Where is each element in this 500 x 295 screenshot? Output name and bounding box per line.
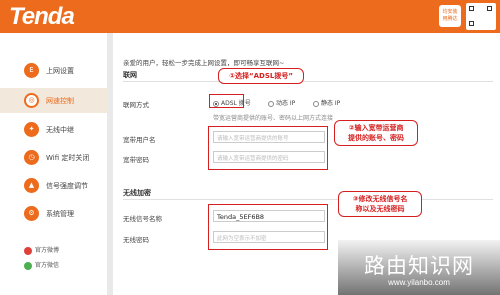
annotation-3: ③修改无线信号名 称以及无线密码 [338,191,422,217]
wechat-icon [24,261,32,270]
annotation-1: ①选择“ADSL拨号” [218,68,304,84]
sidebar-item-repeater[interactable]: ✦ 无线中继 [0,117,107,142]
net-section-title: 联网 [123,71,137,79]
divider [123,199,493,200]
tenda-logo: Tenda [9,3,75,30]
radio-dhcp[interactable]: 动态 IP [268,98,295,107]
watermark-url: www.yilanbo.com [388,278,450,287]
sidebar-item-signal[interactable]: ▲ 信号强度调节 [0,173,107,198]
annotation-2-line1: ②输入宽带运营商 [348,124,404,132]
wifi-password-label: 无线密码 [123,236,149,244]
annotation-2-line2: 提供的账号、密码 [348,134,404,142]
mode-label: 联网方式 [123,101,149,109]
wifi-highlight-box [208,204,328,250]
sidebar-item-label: 系统管理 [46,210,74,218]
sidebar-item-system[interactable]: ⚙ 系统管理 [0,201,107,226]
sidebar-item-label: 网速控制 [46,97,74,105]
wechat-link[interactable]: 官方微信 [24,260,59,270]
sidebar-item-speed[interactable]: ◎ 网速控制 [0,88,107,113]
install-badge: 均安装 用腾达 [439,5,461,27]
mode-hint: 带宽运营商提供的账号、密码以上网方式连接 [213,115,334,122]
sidebar-item-internet[interactable]: E 上网设置 [0,58,107,83]
wifi-section-title: 无线加密 [123,189,151,197]
annotation-3-line1: ③修改无线信号名 [352,195,408,203]
sidebar-item-label: 上网设置 [46,67,74,75]
annotation-3-line2: 称以及无线密码 [355,205,405,213]
speed-icon: ◎ [24,93,39,108]
top-bar: Tenda 均安装 用腾达 [0,0,500,33]
weibo-label: 官方微博 [35,247,60,254]
qr-code-icon [466,3,496,30]
repeater-icon: ✦ [24,122,39,137]
weibo-link[interactable]: 官方微博 [24,245,59,255]
radio-dhcp-label: 动态 IP [276,100,296,107]
sidebar-item-wifi-timer[interactable]: ◷ Wifi 定时关闭 [0,145,107,170]
annotation-2: ②输入宽带运营商 提供的账号、密码 [334,120,418,146]
gear-icon: ⚙ [24,206,39,221]
weibo-icon [24,246,32,255]
radio-dot [268,100,274,107]
sidebar: E 上网设置 ◎ 网速控制 ✦ 无线中继 ◷ Wifi 定时关闭 ▲ 信号强度调… [0,33,107,295]
account-highlight-box [208,126,328,170]
clock-icon: ◷ [24,150,39,165]
sidebar-item-label: 信号强度调节 [46,182,88,190]
sidebar-item-label: Wifi 定时关闭 [46,154,90,162]
badge-line2: 用腾达 [442,16,458,22]
username-label: 宽带用户名 [123,136,156,144]
password-label: 宽带密码 [123,156,149,164]
radio-dot [313,100,319,107]
watermark: 路由知识网 www.yilanbo.com [338,240,500,295]
ie-icon: E [24,63,39,78]
signal-icon: ▲ [24,178,39,193]
watermark-title: 路由知识网 [364,254,474,278]
sidebar-item-label: 无线中继 [46,126,74,134]
wechat-label: 官方微信 [35,262,60,269]
adsl-highlight-box [209,94,244,108]
radio-static-label: 静态 IP [321,100,341,107]
badge-line1: 均安装 [442,9,458,15]
intro-text: 亲爱的用户，轻松一步完成上网设置，即可畅享互联网~ [123,59,285,67]
ssid-label: 无线信号名称 [123,215,162,223]
radio-static[interactable]: 静态 IP [313,98,340,107]
divider [123,81,493,82]
